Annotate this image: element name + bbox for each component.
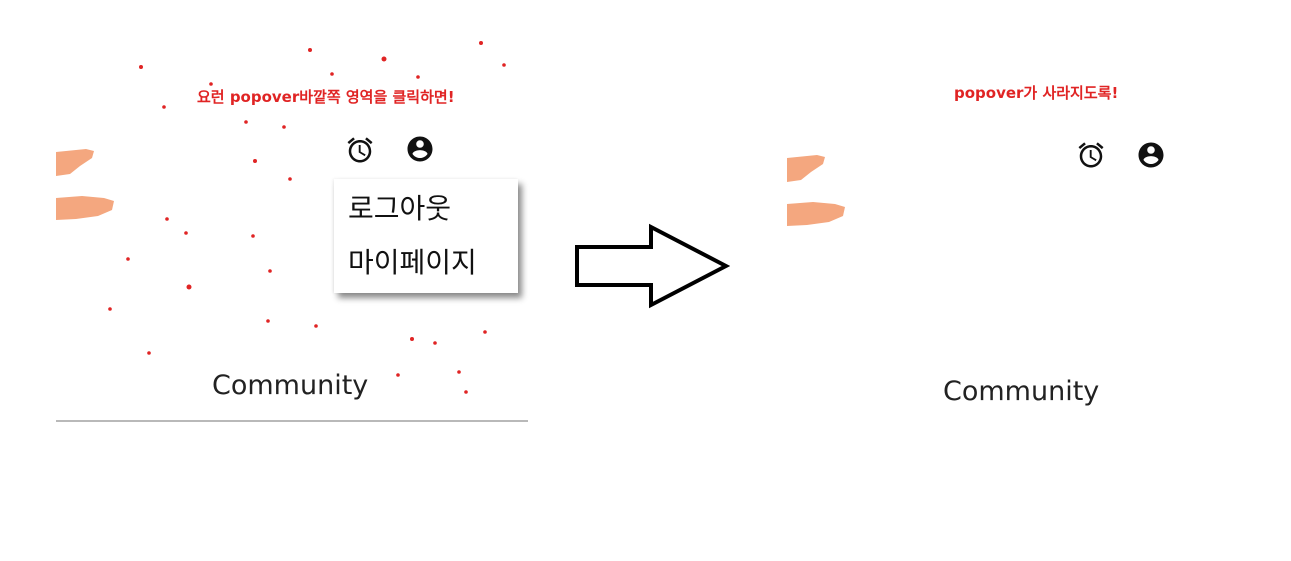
alarm-clock-icon[interactable]	[1076, 140, 1106, 170]
divider	[56, 420, 528, 422]
alarm-clock-icon[interactable]	[345, 135, 375, 165]
account-circle-icon[interactable]	[405, 134, 435, 164]
community-nav-link[interactable]: Community	[212, 370, 368, 401]
mypage-menu-item[interactable]: 마이페이지	[348, 241, 477, 281]
logout-menu-item[interactable]: 로그아웃	[348, 187, 451, 227]
annotation-text: popover가 사라지도록!	[954, 84, 1119, 102]
after-panel: popover가 사라지도록! Community	[730, 0, 1291, 561]
annotation-text: 요런 popover바깥쪽 영역을 클릭하면!	[197, 88, 455, 106]
before-panel: 요런 popover바깥쪽 영역을 클릭하면! 로그아웃 마이페이지 Commu…	[0, 0, 560, 561]
account-circle-icon[interactable]	[1136, 140, 1166, 170]
community-nav-link[interactable]: Community	[943, 376, 1099, 407]
brush-stroke-decoration	[56, 149, 114, 220]
account-popover: 로그아웃 마이페이지	[334, 179, 518, 293]
brush-stroke-decoration	[787, 155, 845, 226]
right-arrow-icon	[575, 223, 730, 309]
